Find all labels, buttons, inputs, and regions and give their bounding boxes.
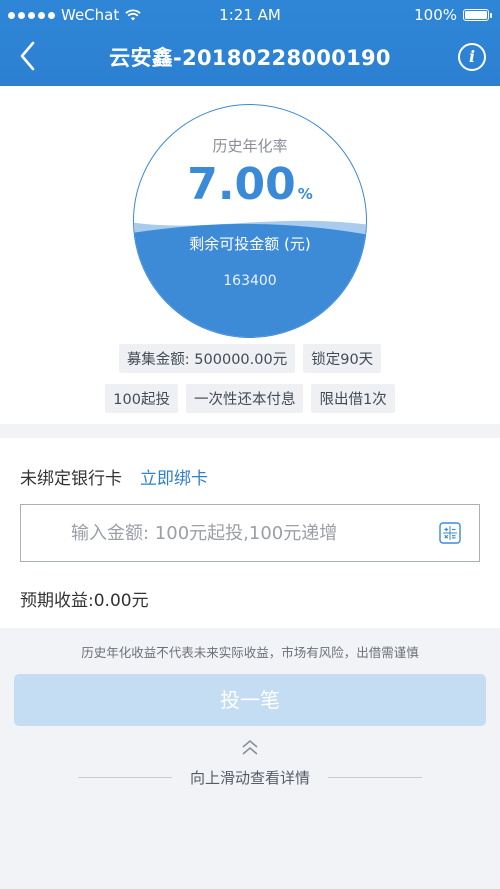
- bank-status-text: 未绑定银行卡: [20, 469, 122, 489]
- remaining-amount-label: 剩余可投金额 (元): [189, 235, 311, 253]
- bank-card-row: 未绑定银行卡 立即绑卡: [20, 464, 208, 489]
- expected-return-value: 0.00元: [93, 591, 149, 611]
- rate-number: 7.00: [187, 159, 296, 210]
- risk-disclaimer: 历史年化收益不代表未来实际收益，市场有风险，出借需谨慎: [81, 645, 419, 660]
- tag-row-1: 募集金额: 500000.00元 锁定90天: [0, 344, 500, 373]
- page-title: 云安鑫-20180228000190: [109, 46, 391, 70]
- status-right: 100%: [414, 6, 492, 24]
- amount-input[interactable]: [21, 505, 421, 561]
- expected-return: 预期收益:0.00元: [20, 586, 149, 611]
- status-bar: WeChat 1:21 AM 100%: [0, 0, 500, 30]
- battery-label: 100%: [414, 6, 457, 24]
- divider-right: [328, 777, 422, 778]
- rate-circle: 历史年化率 7.00% 剩余可投金额 (元) 163400: [133, 104, 367, 338]
- rate-unit: %: [297, 185, 313, 203]
- remaining-amount-value: 163400: [223, 273, 277, 289]
- battery-icon: [463, 9, 489, 21]
- back-chevron-icon[interactable]: [14, 38, 44, 74]
- tag-raise-amount: 募集金额: 500000.00元: [118, 344, 296, 373]
- invest-button[interactable]: 投一笔: [14, 674, 486, 726]
- invest-form-card: 未绑定银行卡立即绑卡 预期收益:0.00元: [0, 438, 500, 628]
- nav-bar: 云安鑫-20180228000190 i: [0, 30, 500, 82]
- info-icon[interactable]: i: [458, 43, 486, 71]
- tag-repayment: 一次性还本付息: [185, 384, 304, 413]
- double-chevron-up-icon[interactable]: [240, 739, 260, 757]
- tag-row-2: 100起投 一次性还本付息 限出借1次: [0, 384, 500, 413]
- battery-cap: [490, 12, 492, 18]
- rate-value: 7.00%: [134, 159, 366, 210]
- amount-field[interactable]: [20, 504, 480, 562]
- rate-label: 历史年化率: [212, 137, 288, 155]
- swipe-hint-row[interactable]: 向上滑动查看详情: [0, 765, 500, 789]
- calculator-icon[interactable]: [439, 522, 461, 544]
- product-summary-card: 历史年化率 7.00% 剩余可投金额 (元) 163400 募集金额: 5000…: [0, 86, 500, 424]
- header: WeChat 1:21 AM 100% 云安鑫-20180228000190 i: [0, 0, 500, 86]
- tag-limit: 限出借1次: [311, 384, 395, 413]
- tag-lock-period: 锁定90天: [303, 344, 382, 373]
- expected-return-label: 预期收益:: [20, 591, 94, 611]
- bind-card-link[interactable]: 立即绑卡: [140, 469, 208, 489]
- tag-min-invest: 100起投: [105, 384, 178, 413]
- swipe-hint-text: 向上滑动查看详情: [189, 769, 310, 787]
